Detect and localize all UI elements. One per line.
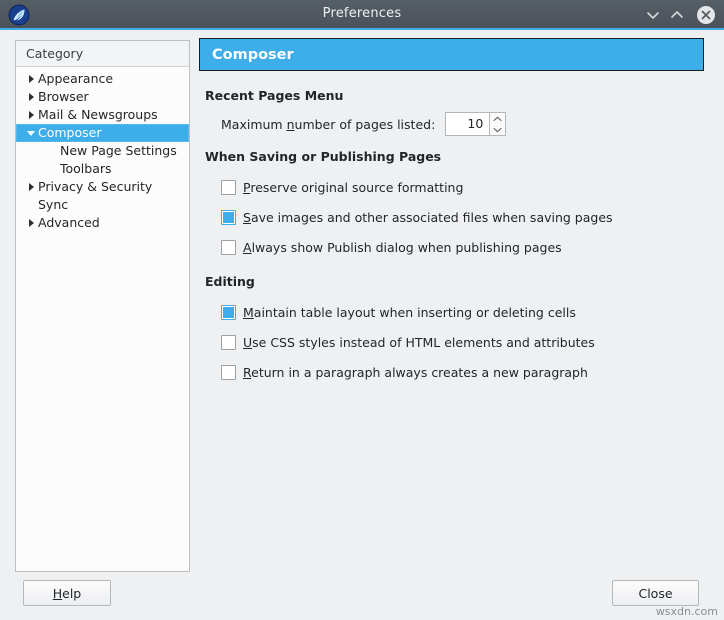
max-pages-field-row: Maximum number of pages listed: 10 (221, 111, 704, 137)
max-pages-stepper-buttons[interactable] (490, 112, 506, 136)
help-button[interactable]: Help (23, 580, 111, 606)
sidebar-item-browser[interactable]: Browser (16, 88, 189, 106)
max-pages-label: Maximum number of pages listed: (221, 117, 435, 132)
category-sidebar: Category AppearanceBrowserMail & Newsgro… (15, 40, 190, 572)
checkbox-checked-icon[interactable] (221, 210, 236, 225)
triangle-right-icon[interactable] (24, 93, 38, 101)
sidebar-item-mail-newsgroups[interactable]: Mail & Newsgroups (16, 106, 189, 124)
help-button-label: Help (53, 586, 82, 601)
chevron-up-icon[interactable] (668, 6, 686, 24)
sidebar-item-label: Appearance (38, 70, 113, 88)
triangle-down-icon[interactable] (24, 131, 38, 136)
triangle-right-icon[interactable] (24, 75, 38, 83)
checkbox-text: se CSS styles instead of HTML elements a… (252, 335, 595, 350)
checkbox-accesskey: U (243, 335, 252, 350)
checkbox-row[interactable]: Maintain table layout when inserting or … (221, 297, 704, 327)
chevron-down-icon[interactable] (644, 6, 662, 24)
checkbox-checked-icon[interactable] (221, 305, 236, 320)
checkbox-row[interactable]: Always show Publish dialog when publishi… (221, 232, 704, 262)
watermark: wsxdn.com (656, 605, 718, 618)
checkbox-accesskey: M (243, 305, 254, 320)
checkbox-text: eturn in a paragraph always creates a ne… (251, 365, 588, 380)
checkbox-row[interactable]: Return in a paragraph always creates a n… (221, 357, 704, 387)
checkbox-text: ave images and other associated files wh… (251, 210, 613, 225)
checkbox-label: Preserve original source formatting (243, 180, 463, 195)
max-pages-label-post: umber of pages listed: (295, 117, 436, 132)
group-title: Editing (205, 274, 704, 289)
triangle-right-icon[interactable] (24, 219, 38, 227)
sidebar-item-sync[interactable]: Sync (16, 196, 189, 214)
settings-group: Editing Maintain table layout when insert… (199, 274, 704, 387)
triangle-right-icon[interactable] (24, 111, 38, 119)
sidebar-item-appearance[interactable]: Appearance (16, 70, 189, 88)
sidebar-item-label: Privacy & Security (38, 178, 152, 196)
sidebar-item-label: Toolbars (60, 160, 112, 178)
checkbox-unchecked-icon[interactable] (221, 365, 236, 380)
checkbox-row[interactable]: Preserve original source formatting (221, 172, 704, 202)
max-pages-input[interactable]: 10 (445, 112, 490, 136)
checkbox-unchecked-icon[interactable] (221, 240, 236, 255)
checkbox-row[interactable]: Use CSS styles instead of HTML elements … (221, 327, 704, 357)
checkbox-accesskey: A (243, 240, 252, 255)
sidebar-item-label: Advanced (38, 214, 100, 232)
checkbox-label: Maintain table layout when inserting or … (243, 305, 576, 320)
window-title: Preferences (0, 0, 724, 28)
checkbox-row[interactable]: Save images and other associated files w… (221, 202, 704, 232)
sidebar-item-composer[interactable]: Composer (16, 124, 189, 142)
sidebar-header-category: Category (16, 41, 189, 67)
max-pages-label-pre: Maximum (221, 117, 287, 132)
checkbox-accesskey: S (243, 210, 251, 225)
sidebar-item-label: New Page Settings (60, 142, 177, 160)
checkbox-label: Always show Publish dialog when publishi… (243, 240, 562, 255)
panel-header: Composer (199, 38, 704, 71)
checkbox-label: Use CSS styles instead of HTML elements … (243, 335, 595, 350)
stepper-down-icon[interactable] (490, 124, 505, 135)
checkbox-text: lways show Publish dialog when publishin… (252, 240, 562, 255)
checkbox-accesskey: R (243, 365, 251, 380)
page-title: Composer (212, 47, 294, 63)
settings-group: Recent Pages Menu Maximum number of pages… (199, 88, 704, 137)
checkbox-text: reserve original source formatting (250, 180, 463, 195)
stepper-up-icon[interactable] (490, 113, 505, 124)
help-accesskey: H (53, 586, 62, 601)
checkbox-label: Save images and other associated files w… (243, 210, 613, 225)
title-bar[interactable]: Preferences (0, 0, 724, 30)
triangle-right-icon[interactable] (24, 183, 38, 191)
checkbox-unchecked-icon[interactable] (221, 180, 236, 195)
checkbox-text: aintain table layout when inserting or d… (254, 305, 576, 320)
close-circle-icon[interactable] (696, 5, 716, 25)
sidebar-item-privacy-security[interactable]: Privacy & Security (16, 178, 189, 196)
category-tree[interactable]: AppearanceBrowserMail & NewsgroupsCompos… (16, 67, 189, 232)
group-title: Recent Pages Menu (205, 88, 704, 103)
close-button[interactable]: Close (612, 580, 699, 606)
checkbox-unchecked-icon[interactable] (221, 335, 236, 350)
sidebar-item-label: Browser (38, 88, 89, 106)
sidebar-item-label: Mail & Newsgroups (38, 106, 158, 124)
max-pages-accesskey: n (287, 117, 295, 132)
sidebar-item-label: Composer (38, 124, 101, 142)
preferences-content: Recent Pages Menu Maximum number of pages… (199, 80, 704, 560)
help-text: elp (62, 586, 81, 601)
sidebar-item-toolbars[interactable]: Toolbars (16, 160, 189, 178)
sidebar-item-advanced[interactable]: Advanced (16, 214, 189, 232)
checkbox-label: Return in a paragraph always creates a n… (243, 365, 588, 380)
sidebar-item-new-page-settings[interactable]: New Page Settings (16, 142, 189, 160)
settings-group: When Saving or Publishing Pages Preserve … (199, 149, 704, 262)
max-pages-stepper[interactable]: 10 (445, 112, 506, 136)
sidebar-item-label: Sync (38, 196, 68, 214)
group-title: When Saving or Publishing Pages (205, 149, 704, 164)
